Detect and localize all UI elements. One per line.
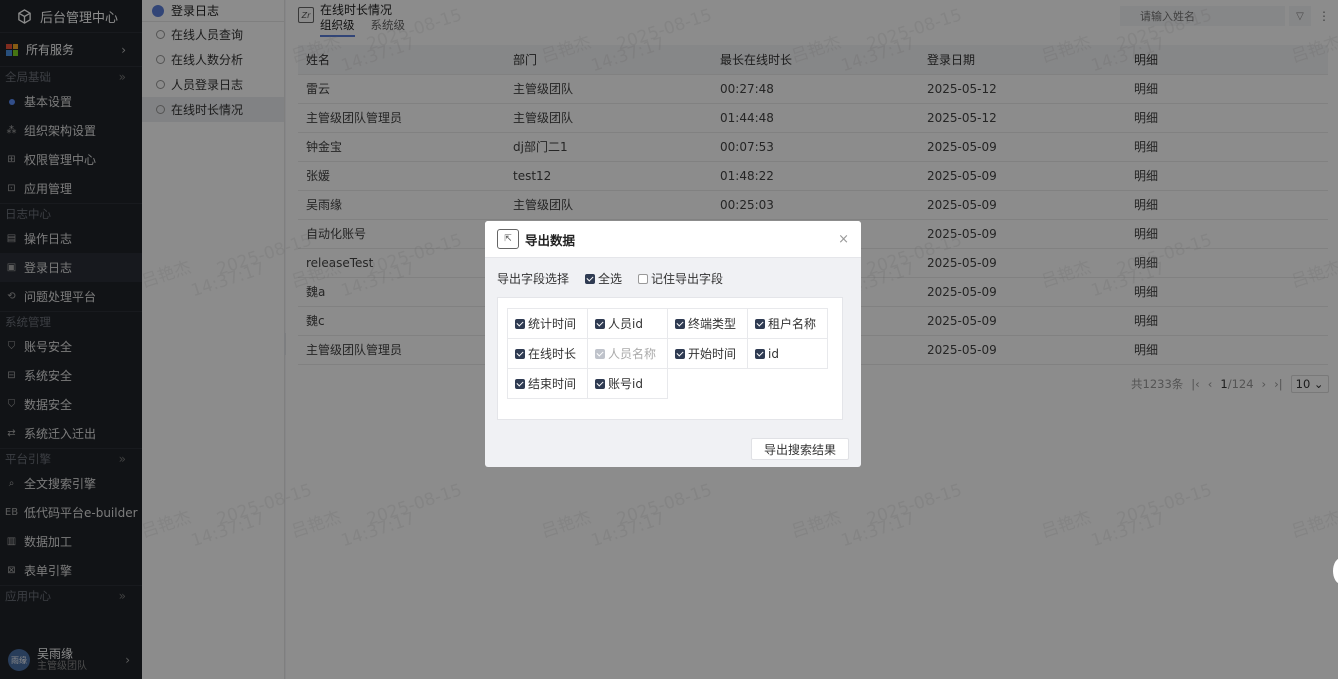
remember-checkbox[interactable]: 记住导出字段 bbox=[638, 270, 723, 287]
checkbox-checked-icon bbox=[595, 348, 605, 359]
close-icon[interactable]: × bbox=[838, 232, 849, 247]
export-icon: ⇱ bbox=[497, 229, 519, 249]
field-label: 在线时长 bbox=[528, 347, 577, 361]
export-field-checkbox[interactable]: 开始时间 bbox=[667, 338, 748, 369]
remember-label: 记住导出字段 bbox=[651, 272, 724, 286]
checkbox-checked-icon bbox=[585, 274, 596, 284]
field-select-label: 导出字段选择 bbox=[497, 272, 570, 286]
export-field-checkbox[interactable]: 租户名称 bbox=[747, 308, 828, 339]
export-dialog: ⇱ 导出数据 × 导出字段选择 全选 记住导出字段 统计时间 人员id 终端类型 租户… bbox=[485, 221, 861, 467]
field-label: 人员名称 bbox=[608, 347, 657, 361]
field-label: 统计时间 bbox=[528, 317, 577, 331]
export-field-checkbox: 人员名称 bbox=[587, 338, 668, 369]
fields-panel: 统计时间 人员id 终端类型 租户名称在线时长 人员名称 开始时间 id 结束时间 账号id bbox=[497, 297, 843, 420]
field-label: 开始时间 bbox=[688, 347, 737, 361]
checkbox-checked-icon bbox=[515, 348, 525, 359]
export-field-checkbox[interactable]: 统计时间 bbox=[507, 308, 588, 339]
checkbox-checked-icon bbox=[755, 348, 765, 359]
field-options: 导出字段选择 全选 记住导出字段 bbox=[497, 270, 723, 287]
field-label: 结束时间 bbox=[528, 377, 577, 391]
export-field-checkbox[interactable]: 账号id bbox=[587, 368, 668, 399]
dialog-header: ⇱ 导出数据 bbox=[485, 221, 861, 258]
export-field-checkbox[interactable]: 人员id bbox=[587, 308, 668, 339]
checkbox-checked-icon bbox=[515, 378, 525, 389]
export-field-checkbox[interactable]: 在线时长 bbox=[507, 338, 588, 369]
export-field-checkbox[interactable]: 终端类型 bbox=[667, 308, 748, 339]
checkbox-checked-icon bbox=[675, 348, 685, 359]
checkbox-checked-icon bbox=[515, 318, 525, 329]
export-search-results-button[interactable]: 导出搜索结果 bbox=[750, 438, 849, 460]
export-field-checkbox[interactable]: 结束时间 bbox=[507, 368, 588, 399]
checkbox-checked-icon bbox=[755, 318, 765, 329]
select-all-checkbox[interactable]: 全选 bbox=[585, 270, 622, 287]
field-label: 终端类型 bbox=[688, 317, 737, 331]
field-label: 人员id bbox=[608, 317, 643, 331]
checkbox-checked-icon bbox=[595, 318, 605, 329]
field-label: id bbox=[768, 346, 779, 361]
checkbox-unchecked-icon bbox=[638, 274, 649, 284]
checkbox-checked-icon bbox=[675, 318, 685, 329]
fields-grid: 统计时间 人员id 终端类型 租户名称在线时长 人员名称 开始时间 id 结束时间 账号id bbox=[507, 308, 828, 399]
checkbox-checked-icon bbox=[595, 378, 605, 389]
field-label: 租户名称 bbox=[768, 317, 817, 331]
field-label: 账号id bbox=[608, 377, 643, 391]
dialog-title: 导出数据 bbox=[525, 232, 576, 248]
export-field-checkbox[interactable]: id bbox=[747, 338, 828, 369]
select-all-label: 全选 bbox=[598, 272, 623, 286]
